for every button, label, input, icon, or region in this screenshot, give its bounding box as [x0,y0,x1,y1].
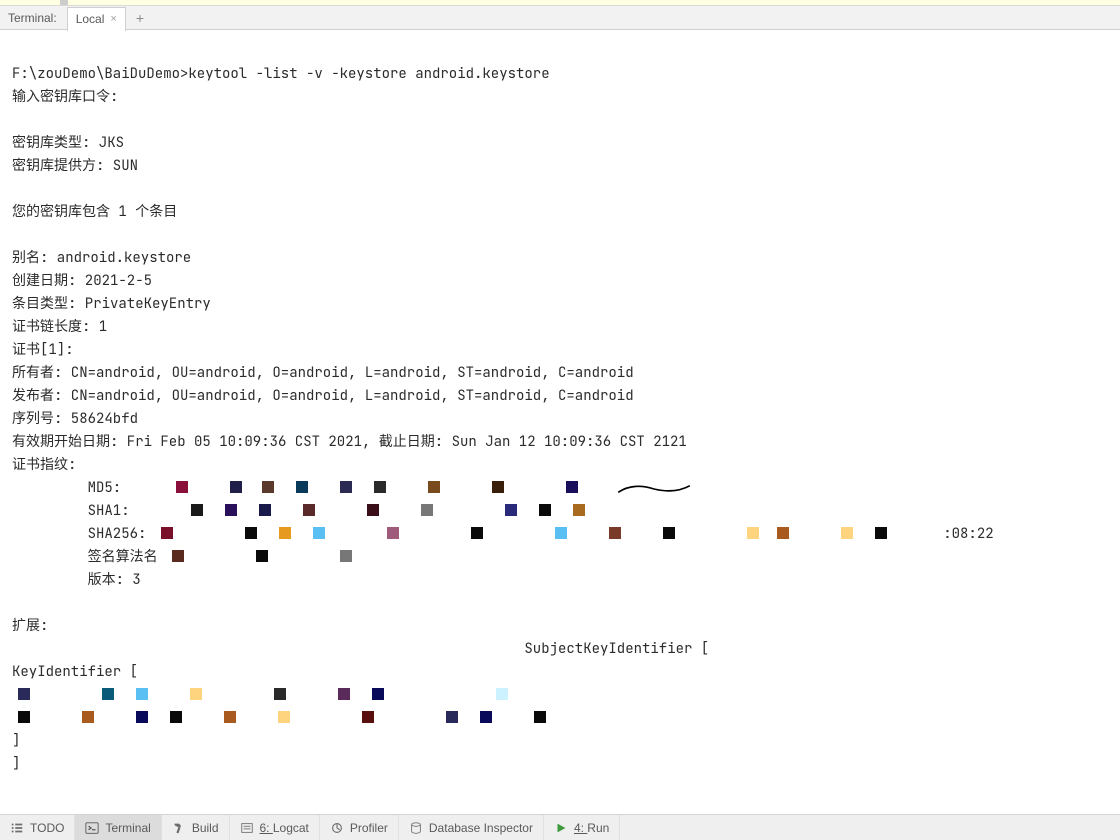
scribble-mark [609,484,699,494]
list-icon [10,821,24,835]
out-line: 版本: 3 [12,571,141,589]
hammer-icon [172,821,186,835]
terminal-output[interactable]: F:\zouDemo\BaiDuDemo>keytool -list -v -k… [0,30,1120,814]
profiler-icon [330,821,344,835]
tool-label: Database Inspector [429,821,533,835]
tab-local[interactable]: Local × [67,7,126,31]
redacted-sigalg [166,548,358,566]
out-line: 别名: android.keystore [12,249,191,267]
out-line: 签名算法名 [12,548,158,566]
tool-database-inspector[interactable]: Database Inspector [399,815,544,840]
tool-label: Run [587,821,609,835]
redacted-sha256 [155,525,893,543]
tool-label: Profiler [350,821,388,835]
tool-logcat[interactable]: 6: Logcat [230,815,320,840]
out-line: 您的密钥库包含 1 个条目 [12,203,177,221]
out-line: 扩展: [12,617,48,635]
add-tab-button[interactable]: + [126,10,154,26]
out-line: 条目类型: PrivateKeyEntry [12,295,211,313]
out-line: 创建日期: 2021-2-5 [12,272,152,290]
out-line: 密钥库提供方: SUN [12,157,138,175]
tab-label: Local [76,12,105,26]
tool-terminal[interactable]: Terminal [75,815,161,840]
redacted-keyid-1 [12,686,514,704]
out-line: 有效期开始日期: Fri Feb 05 10:09:36 CST 2021, 截… [12,433,687,451]
out-line: SubjectKeyIdentifier [ [12,640,709,658]
out-line: ] [12,732,20,750]
tool-build[interactable]: Build [162,815,230,840]
tool-profiler[interactable]: Profiler [320,815,399,840]
redacted-md5 [130,479,584,497]
tool-prefix: 6: [260,821,273,835]
out-line: 证书链长度: 1 [12,318,107,336]
out-line: 密钥库类型: JKS [12,134,124,152]
out-line: 输入密钥库口令: [12,88,118,106]
out-line: 所有者: CN=android, OU=android, O=android, … [12,364,634,382]
redacted-keyid-2 [12,709,552,727]
cmd-line: F:\zouDemo\BaiDuDemo>keytool -list -v -k… [12,65,550,83]
out-line: 序列号: 58624bfd [12,410,138,428]
tool-todo[interactable]: TODO [0,815,75,840]
terminal-icon [85,821,99,835]
play-icon [554,821,568,835]
database-icon [409,821,423,835]
terminal-tabbar: Terminal: Local × + [0,6,1120,30]
out-line: SHA256: [12,525,155,543]
tool-run[interactable]: 4: Run [544,815,620,840]
out-line: MD5: [12,479,130,497]
out-line: ] [12,755,20,773]
redacted-sha1 [155,502,591,520]
out-line: 发布者: CN=android, OU=android, O=android, … [12,387,634,405]
logcat-icon [240,821,254,835]
sha256-tail: :08:22 [943,525,993,543]
tabbar-title: Terminal: [0,11,67,25]
tool-label: TODO [30,821,64,835]
tool-label: Build [192,821,219,835]
bottom-toolbar: TODO Terminal Build 6: Logcat Profiler D… [0,814,1120,840]
out-line: 证书[1]: [12,341,74,359]
tool-prefix: 4: [574,821,587,835]
close-icon[interactable]: × [110,13,116,25]
out-line: SHA1: [12,502,130,520]
out-line: KeyIdentifier [ [12,663,138,681]
tool-label: Logcat [273,821,309,835]
out-line: 证书指纹: [12,456,76,474]
tool-label: Terminal [105,821,150,835]
